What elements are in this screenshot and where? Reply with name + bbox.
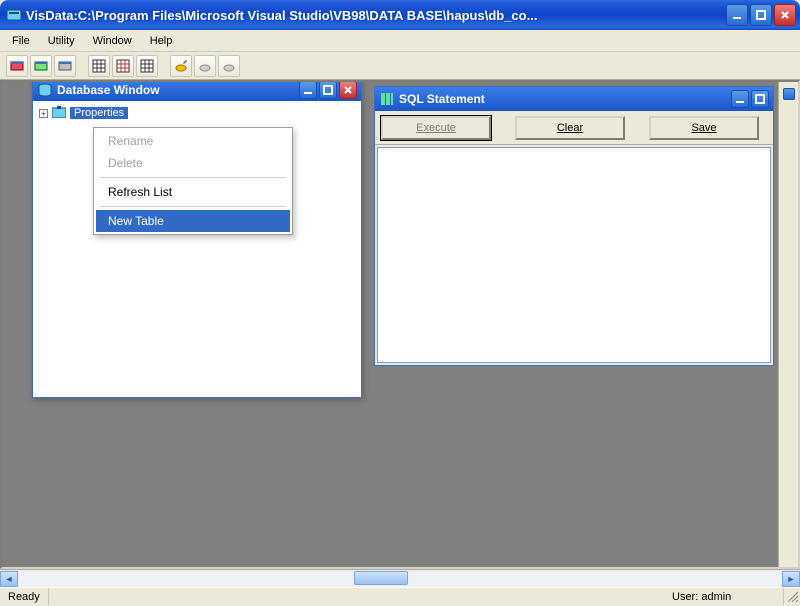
execute-button[interactable]: Execute (381, 116, 491, 140)
toolbar-btn-5[interactable] (112, 55, 134, 77)
horizontal-scrollbar[interactable]: ◄ ► (0, 569, 800, 587)
maximize-button[interactable] (750, 4, 772, 26)
save-button[interactable]: Save (649, 116, 759, 140)
menu-file[interactable]: File (4, 33, 38, 49)
sql-titlebar[interactable]: SQL Statement (375, 87, 773, 111)
toolbar-btn-2[interactable] (30, 55, 52, 77)
database-icon (37, 82, 53, 98)
tree-node-label: Properties (70, 107, 128, 119)
sql-minimize-button[interactable] (731, 90, 749, 108)
context-rename: Rename (96, 130, 290, 152)
context-refresh-list[interactable]: Refresh List (96, 181, 290, 203)
window-title: VisData:C:\Program Files\Microsoft Visua… (26, 8, 726, 23)
menubar: File Utility Window Help (0, 30, 800, 52)
db-tree[interactable]: + Properties Rename Delete Refresh List … (33, 101, 361, 397)
clear-button[interactable]: Clear (515, 116, 625, 140)
mdi-workspace: SQL Statement Execute Clear Save Databas… (0, 80, 800, 569)
status-ready: Ready (0, 588, 49, 605)
main-titlebar: VisData:C:\Program Files\Microsoft Visua… (0, 0, 800, 30)
window-controls (726, 4, 796, 26)
scroll-thumb[interactable] (354, 571, 408, 585)
statusbar: Ready User: admin (0, 587, 800, 605)
toolbar-btn-8[interactable] (194, 55, 216, 77)
resize-grip[interactable] (784, 590, 800, 604)
database-window: Database Window + Properties Rename Dele… (32, 80, 362, 398)
db-close-button[interactable] (339, 81, 357, 99)
minimize-button[interactable] (726, 4, 748, 26)
app-icon (6, 7, 22, 23)
context-separator (100, 177, 286, 178)
sql-maximize-button[interactable] (751, 90, 769, 108)
sql-toolbar: Execute Clear Save (375, 111, 773, 145)
toolbar-btn-6[interactable] (136, 55, 158, 77)
context-new-table[interactable]: New Table (96, 210, 290, 232)
sql-textarea[interactable] (377, 147, 771, 363)
node-icon (52, 106, 66, 121)
context-separator (100, 206, 286, 207)
menu-utility[interactable]: Utility (40, 33, 83, 49)
menu-help[interactable]: Help (142, 33, 181, 49)
scroll-track[interactable] (18, 571, 782, 587)
context-delete: Delete (96, 152, 290, 174)
db-title: Database Window (57, 83, 299, 97)
scroll-up-button[interactable] (783, 88, 795, 100)
scroll-left-button[interactable]: ◄ (0, 571, 18, 587)
scroll-right-button[interactable]: ► (782, 571, 800, 587)
toolbar (0, 52, 800, 80)
status-user: User: admin (664, 588, 784, 605)
toolbar-btn-3[interactable] (54, 55, 76, 77)
menu-window[interactable]: Window (85, 33, 140, 49)
toolbar-btn-1[interactable] (6, 55, 28, 77)
right-scroll-gutter (778, 82, 798, 567)
context-menu: Rename Delete Refresh List New Table (93, 127, 293, 235)
expand-icon[interactable]: + (39, 109, 48, 118)
close-button[interactable] (774, 4, 796, 26)
sql-icon (379, 91, 395, 107)
tree-node-properties[interactable]: + Properties (39, 105, 355, 121)
sql-statement-window: SQL Statement Execute Clear Save (374, 86, 774, 366)
db-minimize-button[interactable] (299, 81, 317, 99)
toolbar-btn-7[interactable] (170, 55, 192, 77)
db-maximize-button[interactable] (319, 81, 337, 99)
sql-title: SQL Statement (399, 92, 731, 106)
toolbar-btn-9[interactable] (218, 55, 240, 77)
toolbar-btn-4[interactable] (88, 55, 110, 77)
db-titlebar[interactable]: Database Window (33, 80, 361, 101)
